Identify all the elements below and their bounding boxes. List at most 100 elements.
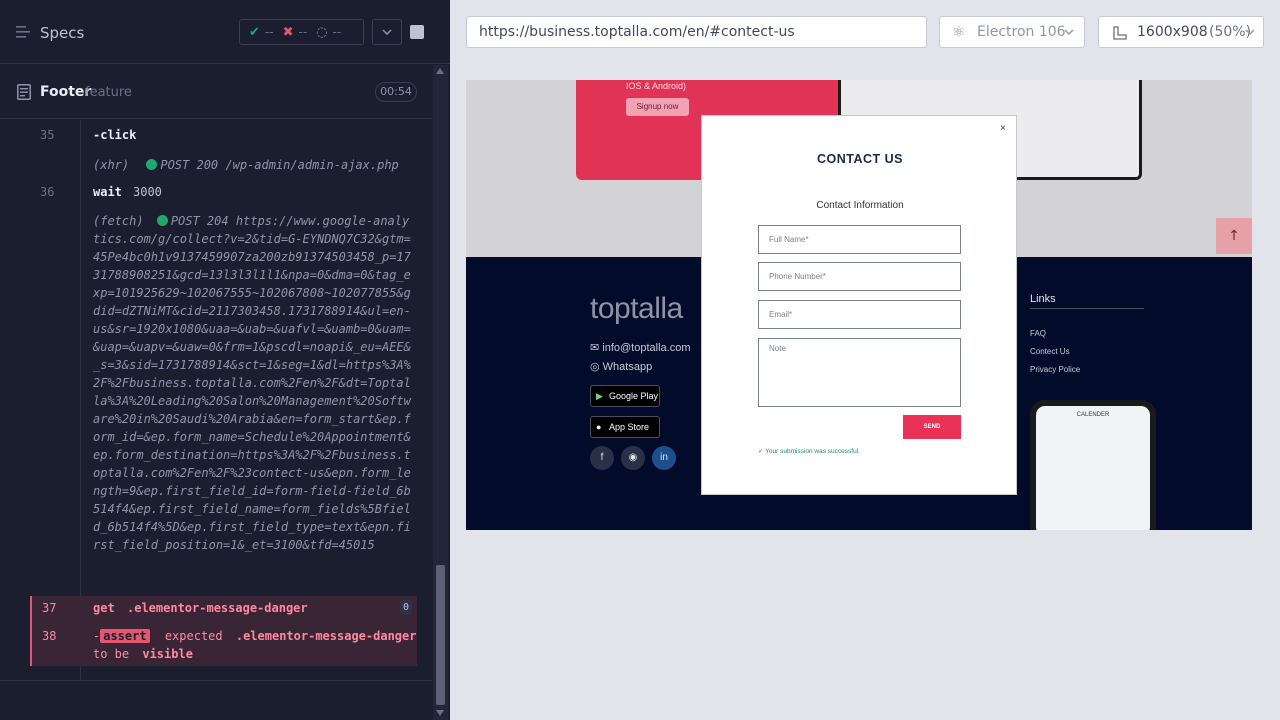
fetch-row[interactable]: (fetch) POST 204 https://www.google-anal… xyxy=(0,212,417,592)
specs-label[interactable]: Specs xyxy=(40,24,84,42)
cross-icon: ✖ xyxy=(282,24,294,40)
promo-text: IOS & Android) xyxy=(626,81,687,91)
command-name: get xyxy=(93,601,115,615)
google-play-text: Google Play xyxy=(609,391,659,401)
status-dot-icon xyxy=(146,159,158,170)
fetch-kind: (fetch) xyxy=(93,214,144,228)
scroll-thumb[interactable] xyxy=(436,565,445,705)
linkedin-icon[interactable]: in xyxy=(652,446,676,470)
assert-line-2: to be visible xyxy=(93,647,193,661)
chevron-down-icon xyxy=(1064,29,1074,35)
email-text: info@toptalla.com xyxy=(602,342,691,354)
document-icon xyxy=(17,84,31,100)
scroll-up-arrow-icon[interactable] xyxy=(436,68,444,74)
phone-screen-title: CALENDER xyxy=(1076,412,1110,418)
specs-bar: Specs ✔ -- ✖ -- ◌ -- xyxy=(0,0,450,64)
spec-duration: 00:54 xyxy=(375,82,417,102)
app-store-badge[interactable]: ● App Store xyxy=(590,416,660,438)
ruler-icon xyxy=(1113,26,1127,40)
modal-subtitle: Contact Information xyxy=(816,200,904,211)
spec-title: Footer xyxy=(40,84,92,100)
browser-name: Electron 106 xyxy=(977,24,1066,40)
success-message: ✓ Your submission was successful. xyxy=(758,447,860,455)
fetch-text: POST 204 https://www.google-analytics.co… xyxy=(93,214,411,552)
modal-title: CONTACT US xyxy=(816,152,903,166)
command-name: wait xyxy=(93,185,122,199)
command-list: 35 -click (xhr) POST 200 /wp-admin/admin… xyxy=(0,120,432,680)
specs-list-icon[interactable] xyxy=(16,25,32,39)
command-selector: .elementor-message-danger xyxy=(127,601,308,615)
browser-selector[interactable]: ⚛ Electron 106 xyxy=(939,16,1085,48)
whatsapp-text: Whatsapp xyxy=(602,361,653,373)
assert-line: - assert expected .elementor-message-dang… xyxy=(93,629,416,643)
xhr-text: POST 200 /wp-admin/admin-ajax.php xyxy=(160,158,399,172)
url-bar[interactable]: https://business.toptalla.com/en/#contec… xyxy=(466,16,927,48)
note-textarea[interactable]: Note xyxy=(758,338,961,407)
passed-count: -- xyxy=(264,25,274,39)
failed-count: -- xyxy=(298,25,308,39)
assert-visible: visible xyxy=(142,647,193,661)
command-log-scrollbar[interactable] xyxy=(433,65,448,720)
chevron-down-icon xyxy=(1245,29,1255,35)
signup-button[interactable]: Signup now xyxy=(626,98,689,116)
footer-link-faq[interactable]: FAQ xyxy=(1030,329,1046,338)
command-name: -click xyxy=(93,128,137,142)
phone-number-field[interactable]: Phone Number* xyxy=(758,262,961,291)
aut-panel: https://business.toptalla.com/en/#contec… xyxy=(450,0,1280,720)
command-row-click[interactable]: 35 -click xyxy=(0,126,417,148)
full-name-field[interactable]: Full Name* xyxy=(758,225,961,254)
phone-mockup-image: CALENDER xyxy=(1030,400,1156,530)
stop-icon[interactable] xyxy=(410,25,424,39)
failed-stat: ✖ -- xyxy=(283,25,308,40)
facebook-icon[interactable]: f xyxy=(590,446,614,470)
xhr-row[interactable]: (xhr) POST 200 /wp-admin/admin-ajax.php xyxy=(0,156,417,176)
scroll-to-top-button[interactable]: ↑ xyxy=(1216,218,1252,254)
footer-email[interactable]: ✉ info@toptalla.com xyxy=(590,341,691,354)
toptalla-logo[interactable]: toptalla xyxy=(590,292,683,326)
stats-menu-button[interactable] xyxy=(372,19,402,45)
xhr-kind: (xhr) xyxy=(93,158,130,172)
line-number: 35 xyxy=(40,128,55,142)
arrow-up-icon: ↑ xyxy=(1228,228,1240,244)
close-icon[interactable]: × xyxy=(1000,123,1006,134)
whatsapp-icon: ◎ xyxy=(590,361,600,373)
element-count-badge: 0 xyxy=(400,600,412,615)
email-field[interactable]: Email* xyxy=(758,300,961,329)
footer-link-privacy[interactable]: Privacy Police xyxy=(1030,365,1080,374)
app-store-text: App Store xyxy=(609,422,650,432)
line-number: 37 xyxy=(42,601,57,615)
instagram-icon[interactable]: ◉ xyxy=(621,446,645,470)
assert-to-be: to be xyxy=(93,647,130,661)
contact-modal: × CONTACT US Contact Information Full Na… xyxy=(701,115,1017,495)
links-divider xyxy=(1030,308,1144,309)
footer-link-contact[interactable]: Contect Us xyxy=(1030,347,1070,356)
footer-whatsapp[interactable]: ◎ Whatsapp xyxy=(590,360,652,373)
check-icon: ✓ xyxy=(758,448,764,455)
send-button[interactable]: SEND xyxy=(903,415,961,439)
command-log-footer xyxy=(0,680,432,720)
assert-badge: assert xyxy=(100,629,150,643)
spinner-icon: ◌ xyxy=(316,24,328,40)
scroll-down-arrow-icon[interactable] xyxy=(436,710,444,716)
aut-iframe: IOS & Android) Signup now ↑ toptalla ✉ i… xyxy=(466,80,1252,530)
fetch-message: (fetch) POST 204 https://www.google-anal… xyxy=(93,212,411,554)
passed-stat: ✔ -- xyxy=(249,25,274,40)
viewport-size: 1600x908 xyxy=(1137,24,1208,40)
check-icon: ✔ xyxy=(249,24,260,40)
command-row-get[interactable]: 37 get .elementor-message-danger 0 xyxy=(30,596,417,622)
assert-expected: expected xyxy=(164,629,223,643)
line-number: 36 xyxy=(40,185,55,199)
command-row-assert[interactable]: 38 - assert expected .elementor-message-d… xyxy=(30,622,417,666)
command-row-wait[interactable]: 36 wait 3000 xyxy=(0,183,417,203)
mail-icon: ✉ xyxy=(590,342,600,354)
command-arg: 3000 xyxy=(133,185,162,199)
viewport-selector[interactable]: 1600x908 (50%) xyxy=(1098,16,1264,48)
pending-stat: ◌ -- xyxy=(316,25,341,40)
line-number: 38 xyxy=(42,629,57,643)
phone-screen: CALENDER xyxy=(1036,406,1150,530)
xhr-message: (xhr) POST 200 /wp-admin/admin-ajax.php xyxy=(93,158,399,172)
spec-kind: feature xyxy=(85,85,132,100)
google-play-badge[interactable]: ▶ Google Play xyxy=(590,385,660,407)
links-heading: Links xyxy=(1030,293,1056,305)
assert-selector: .elementor-message-danger xyxy=(235,629,417,643)
